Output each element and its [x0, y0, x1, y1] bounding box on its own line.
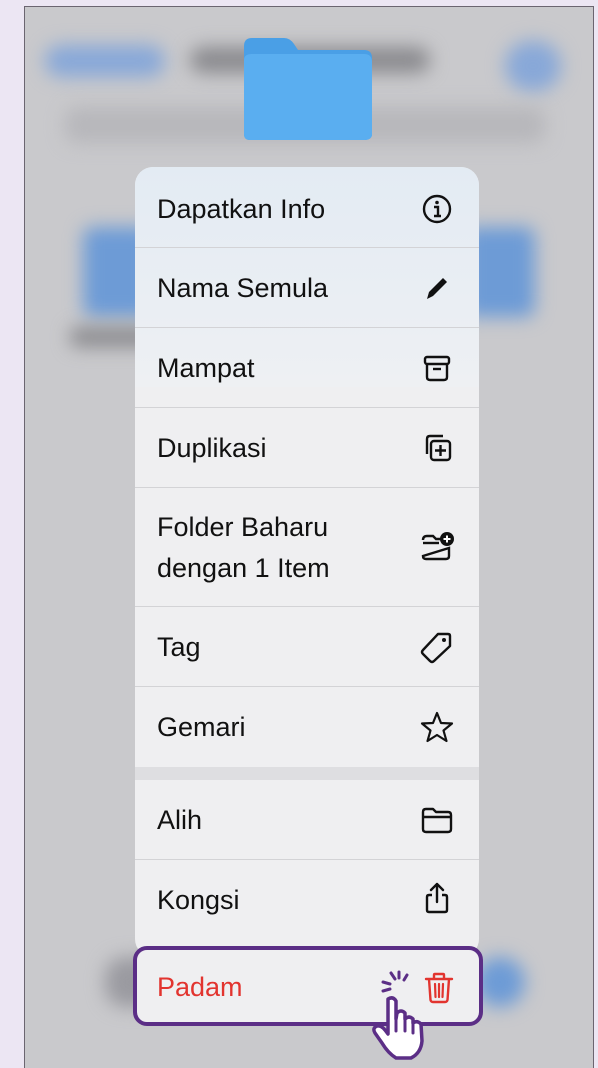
menu-item-share[interactable]: Kongsi — [135, 860, 479, 940]
menu-item-label: Nama Semula — [157, 273, 329, 303]
menu-item-label: Gemari — [157, 712, 246, 742]
tag-icon — [420, 632, 452, 664]
menu-item-label: Kongsi — [157, 885, 240, 915]
menu-item-label-line2: dengan 1 Item — [157, 553, 330, 583]
menu-item-compress[interactable]: Mampat — [135, 328, 479, 408]
share-icon — [425, 882, 449, 914]
pointer-hand-icon — [372, 996, 424, 1060]
menu-item-label-line1: Folder Baharu — [157, 512, 329, 542]
info-icon — [422, 194, 452, 224]
context-menu: Dapatkan Info Nama Semula Mampat Duplika… — [135, 167, 479, 957]
menu-item-move[interactable]: Alih — [135, 780, 479, 860]
menu-item-label: Tag — [157, 632, 201, 662]
archive-box-icon — [423, 355, 451, 382]
menu-item-tag[interactable]: Tag — [135, 607, 479, 687]
menu-item-label: Mampat — [157, 353, 255, 383]
menu-item-get-info[interactable]: Dapatkan Info — [135, 167, 479, 248]
menu-section-separator — [135, 767, 479, 780]
menu-item-rename[interactable]: Nama Semula — [135, 248, 479, 328]
duplicate-plus-icon — [425, 434, 452, 462]
menu-item-label: Alih — [157, 805, 203, 835]
menu-item-label: Duplikasi — [157, 433, 267, 463]
menu-item-new-folder-with-item[interactable]: Folder Baharu dengan 1 Item — [135, 488, 479, 607]
menu-item-label: Dapatkan Info — [157, 194, 326, 224]
star-icon — [420, 711, 454, 743]
folder-icon — [421, 807, 453, 834]
folder-badge-plus-icon — [421, 532, 454, 561]
pencil-icon — [427, 278, 447, 299]
folder-icon-preview — [244, 38, 372, 140]
menu-item-duplicate[interactable]: Duplikasi — [135, 408, 479, 488]
delete-label: Padam — [157, 972, 243, 1002]
menu-item-favorite[interactable]: Gemari — [135, 687, 479, 767]
